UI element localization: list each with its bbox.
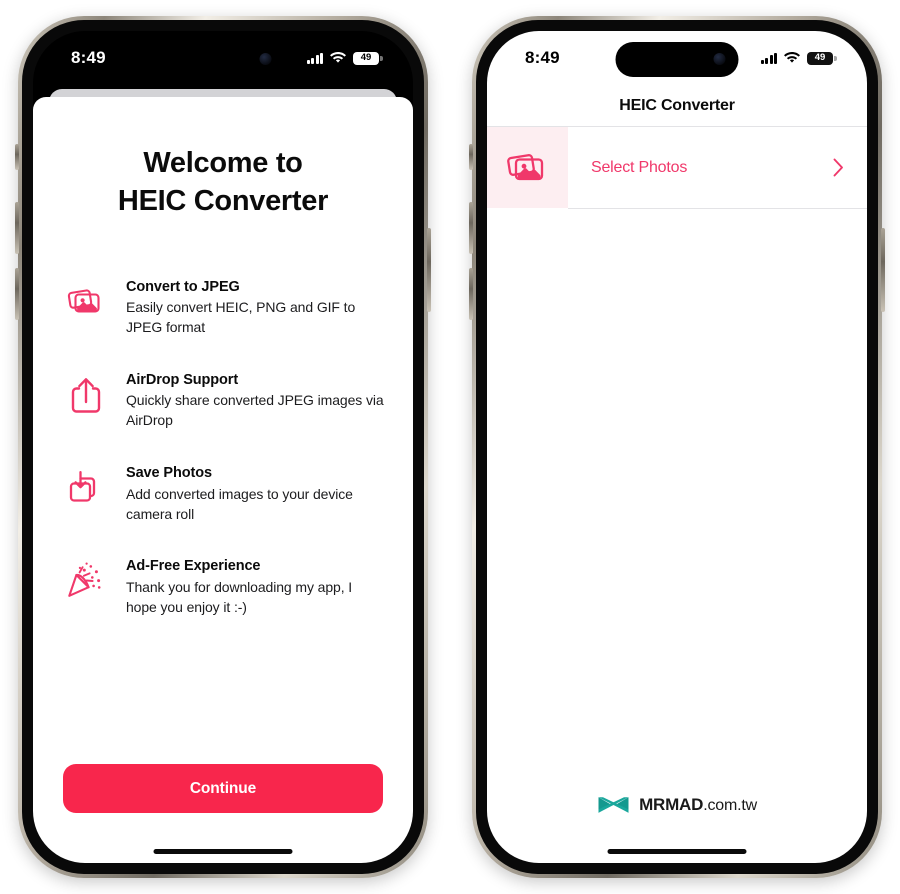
- cellular-bars-icon: [760, 52, 777, 64]
- chevron-right-icon: [833, 158, 844, 177]
- power-button[interactable]: [427, 228, 431, 312]
- feature-title: Ad-Free Experience: [126, 558, 261, 575]
- wifi-icon: [330, 52, 346, 63]
- welcome-line-1: Welcome to: [143, 147, 303, 179]
- volume-up-button[interactable]: [469, 202, 473, 254]
- party-popper-icon: [63, 558, 109, 604]
- silent-switch-button[interactable]: [15, 144, 19, 170]
- feature-list: Convert to JPEG Easily convert HEIC, PNG…: [33, 277, 413, 618]
- status-time: 8:49: [525, 48, 560, 67]
- onboarding-sheet: Welcome to HEIC Converter Convert to JPE…: [33, 97, 413, 863]
- iphone-left-bezel: 8:49 49 Welcome to HEIC Converter Conver…: [22, 20, 424, 874]
- home-indicator-right[interactable]: [607, 849, 747, 854]
- iphone-left-screen: 8:49 49 Welcome to HEIC Converter Conver…: [33, 31, 413, 863]
- battery-level-text: 49: [814, 52, 826, 64]
- status-time: 8:49: [71, 48, 106, 67]
- iphone-right-screen: 8:49 49 HEIC Converter Select Photos MRM…: [487, 31, 867, 863]
- page-title: HEIC Converter: [619, 96, 735, 114]
- dynamic-island-right: [615, 42, 739, 77]
- status-indicators: 49: [760, 51, 837, 65]
- feature-item-save-photos: Save Photos Add converted images to your…: [63, 463, 384, 524]
- feature-text: Ad-Free Experience Thank you for downloa…: [126, 556, 384, 617]
- navigation-bar: HEIC Converter: [487, 85, 867, 127]
- home-indicator-left[interactable]: [153, 849, 293, 854]
- volume-up-button[interactable]: [15, 202, 19, 254]
- mrmad-bowtie-logo-icon: [598, 797, 629, 813]
- screenshot-stage: 8:49 49 Welcome to HEIC Converter Conver…: [0, 0, 900, 894]
- feature-description: Quickly share converted JPEG images via …: [126, 392, 384, 429]
- feature-description: Thank you for downloading my app, I hope…: [126, 578, 353, 615]
- iphone-left-device: 8:49 49 Welcome to HEIC Converter Conver…: [15, 16, 431, 878]
- continue-button[interactable]: Continue: [63, 764, 383, 813]
- battery-icon: 49: [353, 51, 383, 65]
- battery-icon: 49: [807, 51, 837, 65]
- welcome-line-2: HEIC Converter: [117, 185, 329, 218]
- watermark-brand: MRMAD: [639, 795, 704, 814]
- watermark: MRMAD.com.tw: [487, 794, 867, 816]
- iphone-right-bezel: 8:49 49 HEIC Converter Select Photos MRM…: [476, 20, 878, 874]
- volume-down-button[interactable]: [15, 268, 19, 320]
- save-download-icon: [63, 465, 109, 511]
- list-item-label: Select Photos: [591, 158, 688, 176]
- feature-description: Easily convert HEIC, PNG and GIF to JPEG…: [126, 299, 356, 335]
- feature-text: Save Photos Add converted images to your…: [126, 463, 384, 524]
- volume-down-button[interactable]: [469, 268, 473, 320]
- dynamic-island-left: [161, 42, 285, 77]
- power-button[interactable]: [881, 228, 885, 312]
- feature-item-airdrop-support: AirDrop Support Quickly share converted …: [63, 370, 384, 431]
- feature-text: Convert to JPEG Easily convert HEIC, PNG…: [126, 277, 384, 338]
- feature-item-ad-free-experience: Ad-Free Experience Thank you for downloa…: [63, 556, 384, 617]
- iphone-right-device: 8:49 49 HEIC Converter Select Photos MRM…: [469, 16, 885, 878]
- feature-item-convert-to-jpeg: Convert to JPEG Easily convert HEIC, PNG…: [63, 277, 384, 338]
- photo-stack-icon: [63, 279, 109, 325]
- watermark-domain: .com.tw: [703, 797, 757, 814]
- welcome-heading: Welcome to HEIC Converter: [33, 144, 413, 221]
- feature-description: Add converted images to your device came…: [126, 485, 353, 522]
- status-indicators: 49: [306, 51, 383, 65]
- feature-title: Save Photos: [126, 465, 212, 482]
- share-upload-icon: [63, 372, 109, 418]
- silent-switch-button[interactable]: [469, 144, 473, 170]
- wifi-icon: [784, 52, 800, 63]
- watermark-text: MRMAD.com.tw: [639, 795, 757, 815]
- battery-level-text: 49: [360, 52, 372, 64]
- feature-title: AirDrop Support: [126, 371, 239, 388]
- list-item-select-photos[interactable]: Select Photos: [487, 127, 867, 208]
- feature-text: AirDrop Support Quickly share converted …: [126, 370, 384, 431]
- list-separator: [568, 208, 867, 209]
- feature-title: Convert to JPEG: [126, 278, 240, 295]
- photo-stack-icon: [487, 127, 568, 208]
- cellular-bars-icon: [306, 52, 323, 64]
